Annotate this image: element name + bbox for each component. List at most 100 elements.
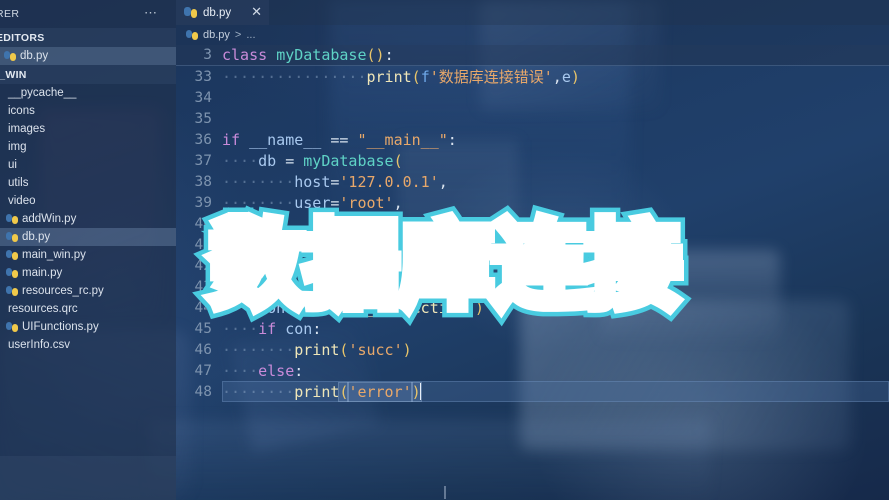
file-tree-item[interactable]: icons (0, 102, 176, 120)
file-tree-item[interactable]: resources_rc.py (0, 282, 176, 300)
file-tree-item[interactable]: __pycache__ (0, 84, 176, 102)
code-token: f (420, 68, 430, 86)
section-project-root[interactable]: I_WIN (0, 65, 176, 84)
indent-guide-dots: ···· (222, 319, 259, 338)
breadcrumb-separator: > (234, 29, 242, 41)
file-tree-item[interactable]: img (0, 138, 176, 156)
code-token: 'succ' (348, 340, 403, 359)
code-line-content: ····if con: (222, 320, 321, 338)
code-line[interactable]: 37 ····db = myDatabase( (176, 150, 889, 171)
indent-guide-dots: ········ (222, 172, 295, 191)
code-token: print (294, 382, 340, 401)
open-editor-item-db-py[interactable]: db.py (0, 47, 176, 65)
code-line[interactable]: 42 (176, 255, 889, 276)
line-number: 36 (194, 131, 212, 148)
code-token: : (384, 46, 394, 64)
code-line[interactable]: 35 (176, 108, 889, 129)
section-open-editors[interactable]: EDITORS (0, 28, 176, 47)
section-open-editors-label: EDITORS (0, 31, 45, 44)
breadcrumb-file[interactable]: db.py (203, 29, 230, 41)
file-tree-item-label: UIFunctions.py (22, 321, 99, 333)
file-tree-item-label: main_win.py (22, 249, 86, 261)
indent-guide-dots: ········ (222, 382, 295, 401)
code-token: myDatabase (303, 151, 394, 170)
file-tree-item-label: utils (8, 177, 29, 189)
code-line[interactable]: 33 ················print(f'数据库连接错误',e) (176, 66, 889, 87)
code-line[interactable]: 45 ····if con: (176, 318, 889, 339)
file-tree-item-label: userInfo.csv (8, 339, 70, 351)
line-number: 40 (194, 215, 212, 232)
code-token: , (393, 193, 403, 212)
vscode-window: RER ⋯ EDITORS db.py I_WIN __pycache__ico… (0, 0, 889, 500)
text-caret (419, 382, 421, 400)
file-tree-item[interactable]: addWin.py (0, 210, 176, 228)
code-token: 'error' (347, 381, 413, 402)
code-line[interactable]: 40 (176, 213, 889, 234)
file-tree-item[interactable]: resources.qrc (0, 300, 176, 318)
code-token: () (465, 298, 484, 317)
file-tree-item-label: resources_rc.py (22, 285, 104, 297)
code-token: = (285, 298, 313, 317)
file-tree-item[interactable]: main_win.py (0, 246, 176, 264)
code-line[interactable]: 38 ········host='127.0.0.1', (176, 171, 889, 192)
explorer-header: RER ⋯ (0, 0, 176, 28)
code-line[interactable]: 47 ····else: (176, 360, 889, 381)
text-cursor (444, 486, 446, 499)
code-token: class (222, 46, 277, 64)
code-token: user (294, 193, 331, 212)
file-tree-item-label: resources.qrc (8, 303, 78, 315)
indent-guide-dots: ········ (222, 193, 295, 212)
sticky-scroll-line[interactable]: 3 class myDatabase(): (176, 45, 889, 66)
file-tree-item-label: __pycache__ (8, 87, 77, 99)
code-token: , (552, 68, 562, 86)
code-token: : (447, 130, 457, 149)
file-tree-item[interactable]: userInfo.csv (0, 336, 176, 354)
code-lines[interactable]: 33 ················print(f'数据库连接错误',e) 34 3… (176, 66, 889, 402)
file-tree-item-label: addWin.py (22, 213, 77, 225)
file-tree-item[interactable]: ui (0, 156, 176, 174)
editor-tab-db-py[interactable]: db.py ✕ (176, 0, 270, 25)
close-icon[interactable]: ✕ (251, 6, 262, 19)
file-tree-item[interactable]: video (0, 192, 176, 210)
file-tree-item[interactable]: images (0, 120, 176, 138)
panel-outline[interactable]: NE (0, 456, 176, 478)
code-token: == (321, 130, 358, 149)
code-line[interactable]: 46 ········print('succ') (176, 339, 889, 360)
breadcrumb-tail[interactable]: ... (246, 29, 255, 41)
section-project-root-label: I_WIN (0, 68, 27, 81)
file-tree-item[interactable]: main.py (0, 264, 176, 282)
python-file-icon (6, 249, 18, 261)
code-token: , (438, 172, 448, 191)
file-tree-item[interactable]: db.py (0, 228, 176, 246)
code-line[interactable]: 34 (176, 87, 889, 108)
code-token: ( (393, 151, 403, 170)
code-line-content: ········print('error') (222, 381, 422, 402)
code-line[interactable]: 41 (176, 234, 889, 255)
code-line[interactable]: 48 ········print('error') (176, 381, 889, 402)
code-line[interactable]: 39 ········user='root', (176, 192, 889, 213)
line-number: 44 (194, 299, 212, 316)
file-tree-item[interactable]: UIFunctions.py (0, 318, 176, 336)
line-number: 41 (194, 236, 212, 253)
file-tree-item-label: db.py (22, 231, 51, 243)
code-token: ) (402, 340, 412, 359)
code-token: ) (570, 68, 580, 86)
file-tree-item[interactable]: utils (0, 174, 176, 192)
code-line[interactable]: 36 if __name__ == "__main__": (176, 129, 889, 150)
code-line[interactable]: 44 ····con = db.get_connection() (176, 297, 889, 318)
code-editor: db.py ✕ db.py > ... 3 class myDatabase()… (176, 0, 889, 500)
sticky-line-code: class myDatabase(): (222, 46, 394, 64)
python-file-icon (184, 6, 197, 19)
python-file-icon (186, 29, 198, 41)
line-number: 45 (194, 320, 212, 337)
ellipsis-icon[interactable]: ⋯ (144, 6, 158, 19)
code-line[interactable]: 43 (176, 276, 889, 297)
code-token: get_connection (339, 298, 466, 317)
line-number: 37 (194, 152, 212, 169)
explorer-title: RER (0, 8, 20, 20)
panel-timeline[interactable]: INE (0, 478, 176, 500)
line-number: 48 (194, 383, 212, 400)
code-token: else (258, 361, 295, 380)
